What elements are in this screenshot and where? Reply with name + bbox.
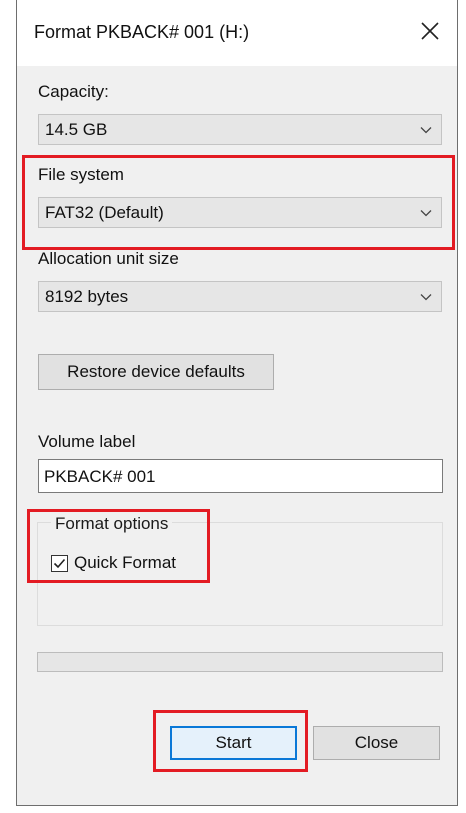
quick-format-label: Quick Format bbox=[74, 553, 177, 572]
close-window-button[interactable] bbox=[413, 14, 447, 48]
allocation-unit-label: Allocation unit size bbox=[38, 249, 179, 268]
volume-label-caption: Volume label bbox=[38, 432, 136, 451]
chevron-down-icon bbox=[420, 210, 432, 217]
file-system-label: File system bbox=[38, 165, 124, 184]
volume-label-value: PKBACK# 001 bbox=[44, 467, 156, 486]
start-button[interactable]: Start bbox=[170, 726, 297, 760]
capacity-value: 14.5 GB bbox=[45, 120, 108, 139]
title-bar: Format PKBACK# 001 (H:) bbox=[17, 0, 457, 66]
checkmark-icon bbox=[53, 558, 66, 569]
quick-format-checkbox[interactable] bbox=[51, 555, 68, 572]
capacity-label: Capacity: bbox=[38, 82, 109, 101]
file-system-dropdown[interactable]: FAT32 (Default) bbox=[38, 197, 442, 228]
format-options-group bbox=[37, 522, 443, 626]
close-button[interactable]: Close bbox=[313, 726, 440, 760]
window-title: Format PKBACK# 001 (H:) bbox=[34, 22, 250, 42]
chevron-down-icon bbox=[420, 127, 432, 134]
restore-defaults-button[interactable]: Restore device defaults bbox=[38, 354, 274, 390]
volume-label-input[interactable]: PKBACK# 001 bbox=[38, 459, 443, 493]
allocation-unit-value: 8192 bytes bbox=[45, 287, 129, 306]
format-dialog: Format PKBACK# 001 (H:) Capacity: 14.5 G… bbox=[16, 0, 458, 806]
file-system-value: FAT32 (Default) bbox=[45, 203, 164, 222]
format-options-title: Format options bbox=[51, 514, 173, 534]
capacity-dropdown[interactable]: 14.5 GB bbox=[38, 114, 442, 145]
progress-bar bbox=[37, 652, 443, 672]
chevron-down-icon bbox=[420, 294, 432, 301]
allocation-unit-dropdown[interactable]: 8192 bytes bbox=[38, 281, 442, 312]
close-icon bbox=[421, 22, 439, 40]
